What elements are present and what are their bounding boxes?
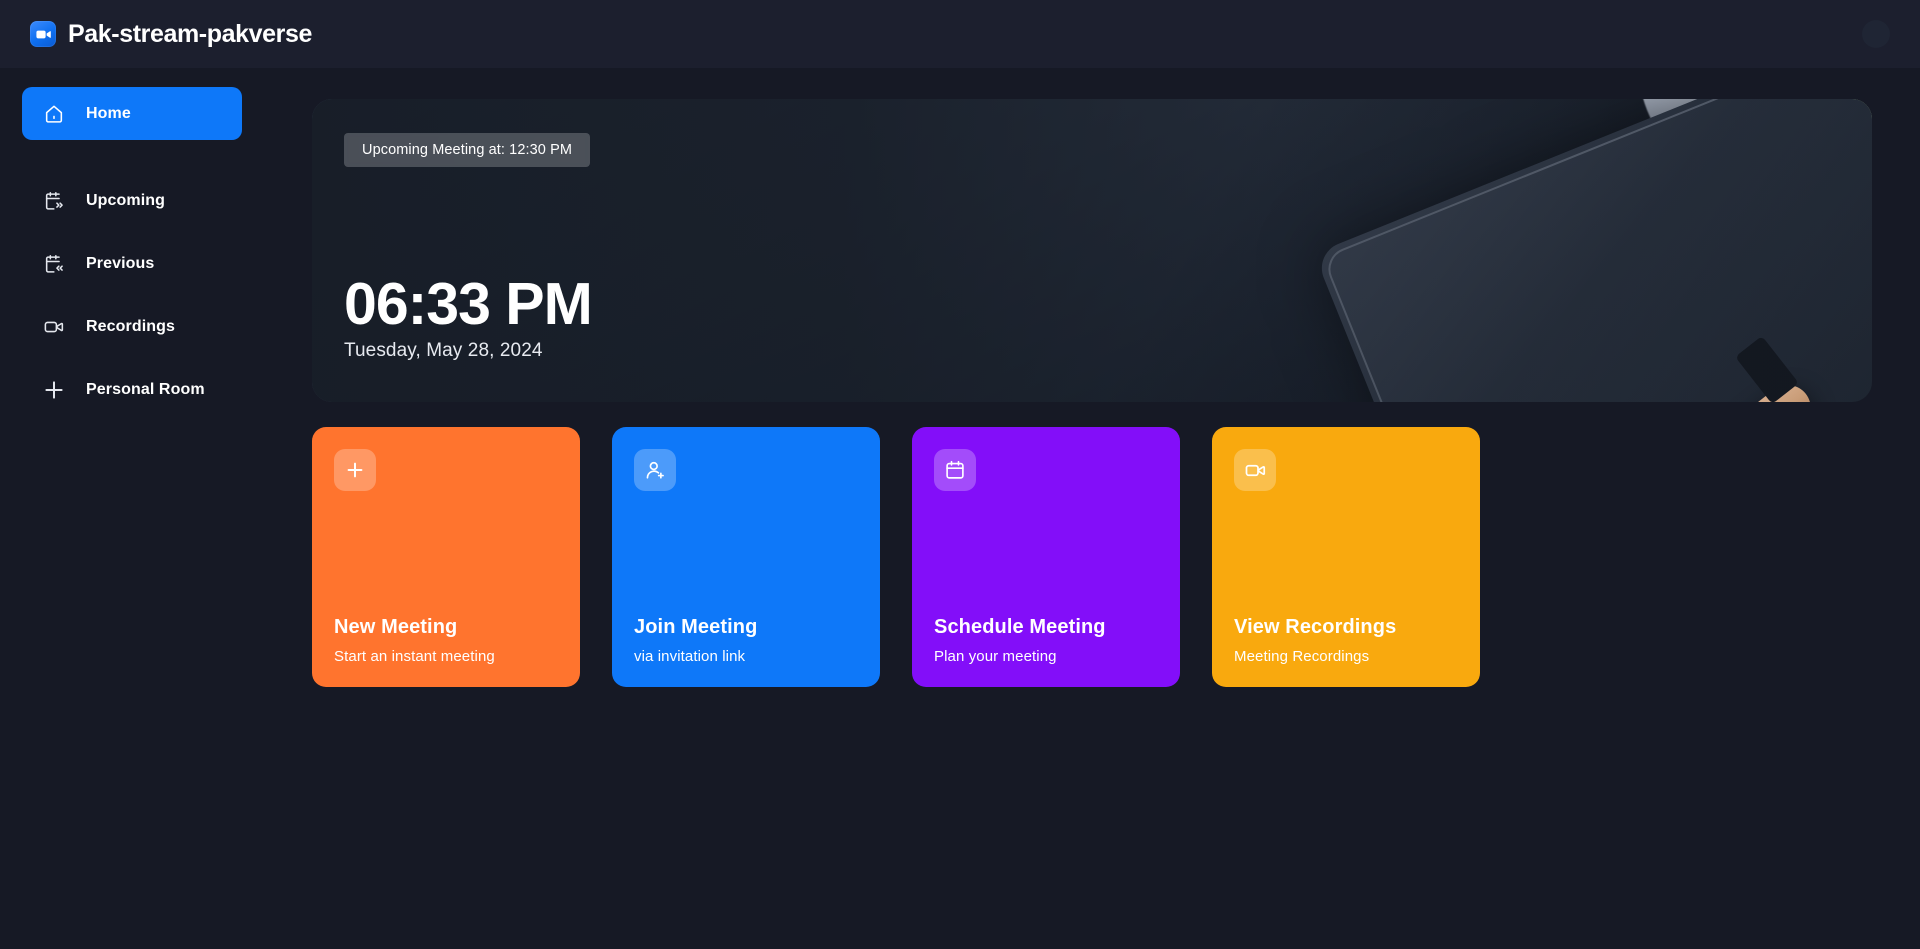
hero-banner: Upcoming Meeting at: 12:30 PM 06:33 PM T… — [312, 99, 1872, 402]
card-view-recordings[interactable]: View Recordings Meeting Recordings — [1212, 427, 1480, 687]
sidebar-item-label: Personal Room — [86, 380, 205, 398]
navbar-right-group — [1862, 20, 1890, 48]
sidebar-item-label: Recordings — [86, 317, 176, 335]
calendar-next-icon — [42, 189, 66, 213]
sidebar-item-upcoming[interactable]: Upcoming — [22, 174, 242, 227]
sidebar-item-label: Previous — [86, 254, 155, 272]
card-subtitle: via invitation link — [634, 648, 746, 665]
sidebar-item-personal-room[interactable]: Personal Room — [22, 363, 242, 416]
card-schedule-meeting[interactable]: Schedule Meeting Plan your meeting — [912, 427, 1180, 687]
card-text-block: Schedule Meeting Plan your meeting — [934, 616, 1160, 665]
sidebar-item-home[interactable]: Home — [22, 87, 242, 140]
sidebar: Home Upcoming Previous Recordings Person… — [0, 68, 264, 949]
brand-logo-link[interactable]: Pak-stream-pakverse — [30, 20, 312, 49]
avatar[interactable] — [1862, 20, 1890, 48]
plus-icon — [42, 378, 66, 402]
card-text-block: New Meeting Start an instant meeting — [334, 616, 560, 665]
plus-icon — [334, 449, 376, 491]
home-icon — [42, 102, 66, 126]
card-title: Join Meeting — [634, 616, 758, 638]
hero-content: Upcoming Meeting at: 12:30 PM 06:33 PM T… — [312, 99, 1872, 402]
sidebar-item-label: Upcoming — [86, 191, 166, 209]
sidebar-item-previous[interactable]: Previous — [22, 237, 242, 290]
page-title: Pak-stream-pakverse — [68, 19, 312, 48]
current-time: 06:33 PM — [344, 271, 593, 337]
main-content: Upcoming Meeting at: 12:30 PM 06:33 PM T… — [264, 68, 1920, 949]
card-text-block: Join Meeting via invitation link — [634, 616, 860, 665]
card-title: View Recordings — [1234, 616, 1397, 638]
video-camera-icon — [1234, 449, 1276, 491]
card-title: New Meeting — [334, 616, 458, 638]
clock-block: 06:33 PM Tuesday, May 28, 2024 — [344, 275, 1872, 362]
card-subtitle: Plan your meeting — [934, 648, 1057, 665]
top-navbar: Pak-stream-pakverse — [0, 0, 1920, 68]
card-subtitle: Meeting Recordings — [1234, 648, 1370, 665]
calendar-prev-icon — [42, 252, 66, 276]
calendar-icon — [934, 449, 976, 491]
card-text-block: View Recordings Meeting Recordings — [1234, 616, 1460, 665]
card-join-meeting[interactable]: Join Meeting via invitation link — [612, 427, 880, 687]
sidebar-item-recordings[interactable]: Recordings — [22, 300, 242, 353]
current-date: Tuesday, May 28, 2024 — [344, 340, 543, 361]
quick-action-cards: New Meeting Start an instant meeting Joi… — [312, 427, 1872, 687]
sidebar-item-label: Home — [86, 104, 131, 122]
card-new-meeting[interactable]: New Meeting Start an instant meeting — [312, 427, 580, 687]
video-camera-icon — [30, 21, 56, 47]
video-camera-icon — [42, 315, 66, 339]
user-plus-icon — [634, 449, 676, 491]
card-title: Schedule Meeting — [934, 616, 1106, 638]
card-subtitle: Start an instant meeting — [334, 648, 495, 665]
upcoming-meeting-badge: Upcoming Meeting at: 12:30 PM — [344, 133, 591, 167]
